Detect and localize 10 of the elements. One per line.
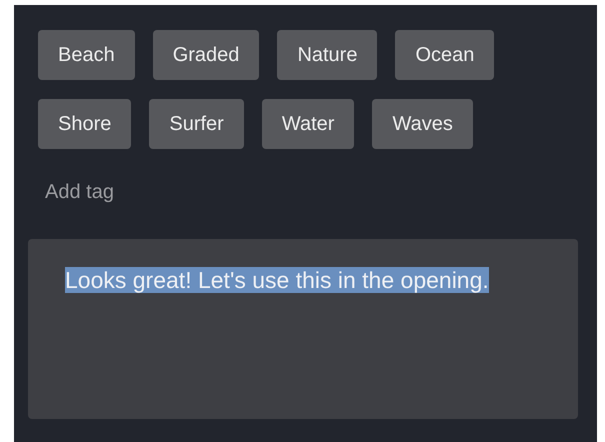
add-tag-field[interactable]: Add tag (45, 179, 245, 205)
tag-chip[interactable]: Surfer (149, 99, 244, 149)
tag-chip[interactable]: Nature (277, 30, 378, 80)
tag-chip[interactable]: Ocean (395, 30, 494, 80)
tag-chip[interactable]: Beach (38, 30, 135, 80)
comment-text: Looks great! Let's use this in the opening. (65, 267, 489, 293)
tag-chip[interactable]: Waves (372, 99, 473, 149)
tag-chip[interactable]: Water (262, 99, 354, 149)
tag-chip[interactable]: Shore (38, 99, 132, 149)
tag-chip[interactable]: Graded (152, 30, 260, 80)
